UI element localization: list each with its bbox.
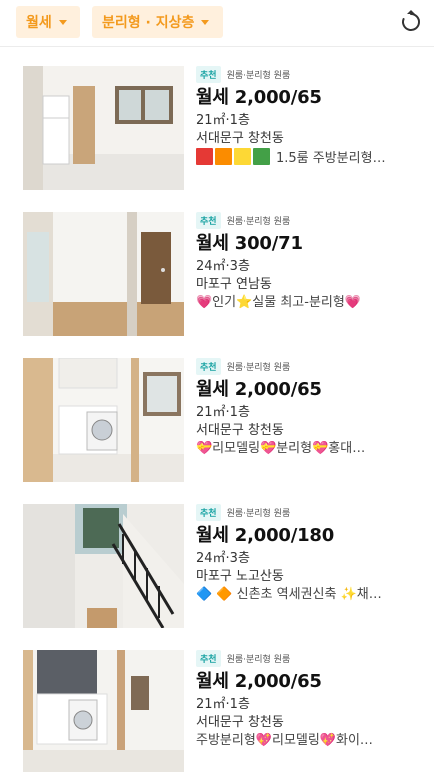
listing-price: 월세 2,000/65: [196, 87, 322, 108]
listing-subtype: 원룸·분리형 원룸: [226, 508, 291, 519]
filter-divider: [0, 46, 434, 47]
listing-subtype: 원룸·분리형 원룸: [226, 70, 291, 81]
listing-area-floor: 21㎡·1층: [196, 405, 250, 420]
chevron-down-icon: [58, 19, 67, 25]
color-blocks: [196, 148, 272, 171]
listing-area-floor: 21㎡·1층: [196, 113, 250, 128]
listing-price: 월세 2,000/65: [196, 671, 322, 692]
listing-price: 월세 2,000/65: [196, 379, 322, 400]
listing-price: 월세 2,000/180: [196, 525, 335, 546]
recommend-badge: 추천: [196, 503, 221, 521]
listing-location: 서대문구 창천동: [196, 423, 284, 438]
deal-type-label: 월세: [26, 15, 52, 31]
room-type-label: 분리형 · 지상층: [102, 15, 195, 31]
listing-photo: [23, 650, 184, 772]
listing-location: 서대문구 창천동: [196, 131, 284, 146]
listing-item[interactable]: 추천 원룸·분리형 원룸 월세 2,000/180 24㎡·3층 마포구 노고산…: [0, 503, 434, 650]
chevron-down-icon: [201, 19, 210, 25]
listing-subtype: 원룸·분리형 원룸: [226, 362, 291, 373]
listing-area-floor: 24㎡·3층: [196, 259, 250, 274]
listing-photo: [23, 212, 184, 336]
listing-item[interactable]: 추천 원룸·분리형 원룸 월세 2,000/65 21㎡·1층 서대문구 창천동…: [0, 65, 434, 212]
listing-location: 마포구 연남동: [196, 277, 272, 292]
listing-area-floor: 21㎡·1층: [196, 697, 250, 712]
listing-description: 주방분리형💖리모델링💖화이…: [196, 733, 373, 748]
listing-photo: [23, 358, 184, 482]
listing-description: 💗인기⭐실물 최고-분리형💗: [196, 295, 362, 310]
green-block: [253, 148, 270, 165]
listing-description-row: 1.5룸 주방분리형…: [196, 148, 422, 171]
listing-area-floor: 24㎡·3층: [196, 551, 250, 566]
listing-photo: [23, 66, 184, 190]
recommend-badge: 추천: [196, 357, 221, 375]
deal-type-filter[interactable]: 월세: [16, 6, 80, 38]
filter-bar: 월세 분리형 · 지상층: [0, 0, 434, 46]
listing-description: 1.5룸 주방분리형…: [276, 151, 386, 166]
listing-description: 🔷 🔶 신촌초 역세권신축 ✨채…: [196, 587, 382, 602]
orange-block: [215, 148, 232, 165]
listing-location: 서대문구 창천동: [196, 715, 284, 730]
listing-item[interactable]: 추천 원룸·분리형 원룸 월세 2,000/65 21㎡·1층 서대문구 창천동…: [0, 357, 434, 504]
yellow-block: [234, 148, 251, 165]
refresh-icon[interactable]: [398, 9, 424, 35]
listing-item[interactable]: 추천 원룸·분리형 원룸 월세 300/71 24㎡·3층 마포구 연남동 💗인…: [0, 211, 434, 358]
listing-price: 월세 300/71: [196, 233, 303, 254]
room-type-filter[interactable]: 분리형 · 지상층: [92, 6, 223, 38]
listing-photo: [23, 504, 184, 628]
recommend-badge: 추천: [196, 649, 221, 667]
listing-subtype: 원룸·분리형 원룸: [226, 216, 291, 227]
recommend-badge: 추천: [196, 65, 221, 83]
listing-description: 💝리모델링💝분리형💝홍대…: [196, 441, 366, 456]
recommend-badge: 추천: [196, 211, 221, 229]
listing-location: 마포구 노고산동: [196, 569, 284, 584]
listing-subtype: 원룸·분리형 원룸: [226, 654, 291, 665]
listing-item[interactable]: 추천 원룸·분리형 원룸 월세 2,000/65 21㎡·1층 서대문구 창천동…: [0, 649, 434, 772]
red-block: [196, 148, 213, 165]
